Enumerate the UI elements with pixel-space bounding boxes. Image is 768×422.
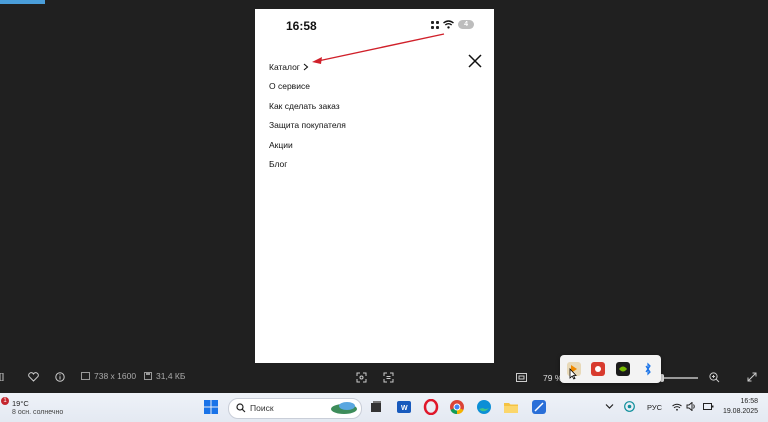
chevron-right-icon: [303, 63, 309, 71]
edge-icon[interactable]: [476, 399, 492, 415]
system-clock[interactable]: 16:58 19.08.2025: [720, 397, 758, 417]
text-recognition-icon[interactable]: [383, 372, 394, 383]
opera-icon[interactable]: [423, 399, 439, 415]
actual-size-icon[interactable]: [516, 372, 527, 383]
search-icon: [236, 403, 246, 413]
volume-icon[interactable]: [686, 402, 697, 411]
phone-menu: Каталог О сервисе Как сделать заказ Защи…: [269, 57, 346, 174]
close-icon[interactable]: [467, 53, 483, 69]
image-icon: [81, 372, 90, 380]
phone-screenshot: 16:58 4 Каталог О сервисе Как сделать за…: [255, 9, 494, 363]
notification-badge: 1: [1, 397, 9, 405]
image-dimensions: 738 x 1600: [81, 371, 136, 381]
menu-item-buyer-protection[interactable]: Защита покупателя: [269, 116, 346, 136]
clock-time: 16:58: [740, 398, 758, 405]
fullscreen-icon[interactable]: [747, 372, 757, 382]
info-icon[interactable]: [55, 372, 65, 382]
wifi-tray-icon[interactable]: [672, 403, 682, 411]
zoom-in-icon[interactable]: [709, 372, 720, 383]
menu-item-promotions[interactable]: Акции: [269, 135, 346, 155]
chevron-down-icon[interactable]: [605, 403, 614, 410]
svg-text:W: W: [401, 405, 408, 412]
file-size: 31,4 КБ: [144, 371, 185, 381]
chrome-icon[interactable]: [449, 399, 465, 415]
menu-item-about[interactable]: О сервисе: [269, 77, 346, 97]
weather-temperature: 19°C: [12, 399, 29, 408]
sidebar-toggle-icon[interactable]: [0, 373, 4, 381]
app-accent-tab: [0, 0, 45, 4]
heart-icon[interactable]: [28, 372, 39, 382]
phone-status-time: 16:58: [286, 19, 317, 33]
zoom-slider[interactable]: [662, 377, 698, 379]
signal-icon: [431, 20, 440, 29]
start-button-icon[interactable]: [203, 399, 219, 415]
word-icon[interactable]: W: [396, 399, 412, 415]
task-view-icon[interactable]: [368, 399, 384, 415]
snipping-tool-icon[interactable]: [531, 399, 547, 415]
search-placeholder: Поиск: [250, 403, 274, 413]
taskbar-search[interactable]: Поиск: [228, 398, 362, 419]
mouse-cursor-icon: [569, 368, 577, 380]
language-indicator[interactable]: РУС: [647, 403, 662, 412]
phone-status-bar: 4: [431, 20, 474, 29]
clock-date: 19.08.2025: [722, 408, 758, 415]
file-explorer-icon[interactable]: [503, 399, 519, 415]
save-icon: [144, 372, 152, 380]
menu-item-blog[interactable]: Блог: [269, 155, 346, 175]
battery-indicator: 4: [458, 20, 474, 29]
recorder-tray-icon[interactable]: [591, 362, 605, 376]
battery-icon[interactable]: [703, 402, 714, 411]
nvidia-tray-icon[interactable]: [616, 362, 630, 376]
menu-item-catalog[interactable]: Каталог: [269, 57, 346, 77]
windows-taskbar: 1 19°C 8 осн. солнечно Поиск W РУС 16:58…: [0, 393, 768, 422]
search-highlight-icon: [331, 402, 357, 414]
menu-item-how-to-order[interactable]: Как сделать заказ: [269, 96, 346, 116]
app-tray-icon[interactable]: [624, 401, 635, 412]
fit-to-window-icon[interactable]: [356, 372, 367, 383]
weather-condition: 8 осн. солнечно: [12, 409, 64, 416]
bluetooth-tray-icon[interactable]: [641, 362, 655, 376]
wifi-icon: [443, 20, 455, 29]
